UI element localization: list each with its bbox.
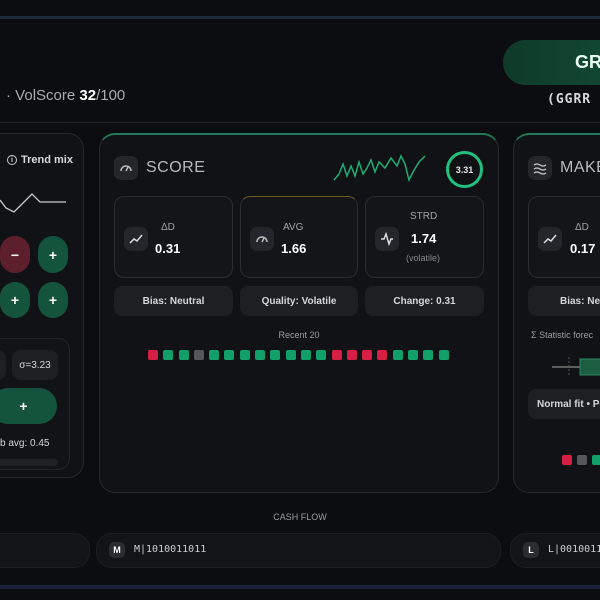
quality-chip: Quality: Volatile (240, 286, 358, 316)
result-square (148, 350, 158, 360)
avg-text: b avg: 0.45 (0, 438, 50, 449)
result-square (408, 350, 419, 360)
cash-flow-row: L L|0010011 (510, 533, 600, 568)
result-square (562, 455, 572, 465)
result-square (577, 455, 587, 465)
sigma-chip: σ=3.23 (12, 350, 58, 380)
box-plot (552, 357, 600, 376)
make-title: MAKE (560, 159, 600, 176)
bias-chip: Bias: Neutral (528, 286, 600, 316)
result-square (377, 350, 388, 360)
waves-icon (528, 156, 552, 180)
stat-value: 0.31 (155, 241, 181, 256)
activity-icon (375, 227, 399, 251)
result-square (331, 350, 342, 360)
m-badge: M (109, 542, 125, 558)
stat-avg: AVG 1.66 (240, 196, 358, 278)
stat-value: 1.74 (411, 231, 437, 246)
add-button[interactable]: + (0, 388, 57, 424)
avg-bar (0, 459, 58, 466)
result-square (316, 350, 327, 360)
pattern-text: (GGRR (547, 92, 592, 107)
plus-button[interactable]: + (38, 282, 68, 318)
result-square (178, 350, 189, 360)
cash-flow-row (0, 533, 90, 568)
trend-mix-title: Trend mix (21, 154, 73, 166)
sigma-icon: Σ (531, 330, 540, 340)
recent-label: Recent 20 (278, 330, 320, 340)
stat-sub: (volatile) (406, 253, 441, 263)
result-square (209, 350, 220, 360)
plus-button[interactable]: + (38, 236, 68, 273)
volscore: · VolScore 32/100 (6, 87, 126, 104)
recent-strip (148, 350, 449, 360)
cash-flow-text: M|1010011011 (134, 544, 207, 555)
plus-button[interactable]: + (0, 282, 30, 318)
result-square (362, 350, 373, 360)
bias-chip: Bias: Neutral (114, 286, 233, 316)
stat-strd: STRD 1.74 (volatile) (365, 196, 484, 278)
stat-delta: ΔD 0.31 (114, 196, 233, 278)
result-square (300, 350, 311, 360)
stat-label: ΔD (161, 222, 175, 233)
normal-fit-chip: Normal fit • P(> (528, 389, 600, 419)
change-chip: Change: 0.31 (365, 286, 484, 316)
trend-mix-header: i Trend mix (7, 154, 73, 166)
minus-button[interactable]: − (0, 236, 30, 273)
stat-label: ΔD (575, 222, 589, 233)
score-gauge: 3.31 (446, 151, 483, 188)
stat-value: 1.66 (281, 241, 307, 256)
l-badge: L (523, 542, 539, 558)
score-title: SCORE (146, 159, 206, 176)
top-border (0, 16, 600, 19)
result-square (392, 350, 403, 360)
score-sparkline (333, 154, 426, 183)
info-icon: i (7, 155, 17, 165)
stat-value: 0.17 (570, 241, 596, 256)
gauge-icon (114, 156, 138, 180)
stat-label: AVG (283, 222, 304, 233)
result-square (270, 350, 281, 360)
trend-sparkline (0, 193, 66, 213)
result-square (224, 350, 235, 360)
stat-delta: ΔD 0.17 (528, 196, 600, 278)
cash-flow-row: M M|1010011011 (96, 533, 501, 568)
cash-flow-label: CASH FLOW (273, 512, 327, 522)
trend-up-icon (538, 227, 562, 251)
grade-button[interactable]: GR (503, 40, 600, 85)
stat-chip (0, 350, 6, 380)
trend-up-icon (124, 227, 148, 251)
cash-flow-text: L|0010011 (548, 544, 600, 555)
result-square (239, 350, 250, 360)
bottom-border (0, 585, 600, 589)
stat-label: STRD (410, 211, 438, 222)
result-square (438, 350, 449, 360)
result-square (423, 350, 434, 360)
result-square (255, 350, 266, 360)
divider (0, 122, 600, 123)
forecast-label: Σ Statistic forec (531, 330, 594, 340)
result-square (285, 350, 296, 360)
result-square (193, 350, 204, 360)
make-recent-strip (562, 455, 600, 465)
gauge-icon (250, 227, 274, 251)
result-square (346, 350, 357, 360)
result-square (592, 455, 600, 465)
result-square (163, 350, 174, 360)
